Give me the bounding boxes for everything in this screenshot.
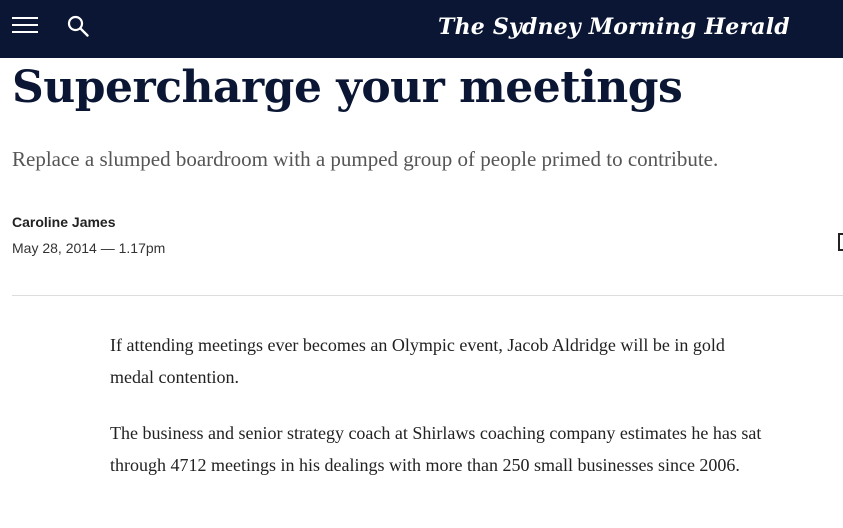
publish-date: May 28, 2014 — 1.17pm: [12, 240, 166, 256]
search-icon[interactable]: [66, 14, 90, 38]
divider: [12, 295, 843, 296]
article-paragraph: If attending meetings ever becomes an Ol…: [110, 335, 725, 387]
article-headline: Supercharge your meetings: [12, 62, 683, 113]
author-byline[interactable]: Caroline James: [12, 212, 116, 232]
menu-line: [12, 17, 38, 19]
top-navigation-bar: The Sydney Morning Herald: [0, 0, 843, 58]
share-tools-edge[interactable]: [838, 233, 843, 251]
search-icon-graphic: [67, 15, 89, 37]
masthead-logo[interactable]: The Sydney Morning Herald: [438, 10, 790, 44]
article-standfirst: Replace a slumped boardroom with a pumpe…: [12, 147, 719, 171]
article-paragraph: The business and senior strategy coach a…: [110, 423, 762, 475]
menu-line: [12, 31, 38, 33]
hamburger-menu-icon[interactable]: [12, 16, 38, 36]
menu-line: [12, 24, 38, 26]
